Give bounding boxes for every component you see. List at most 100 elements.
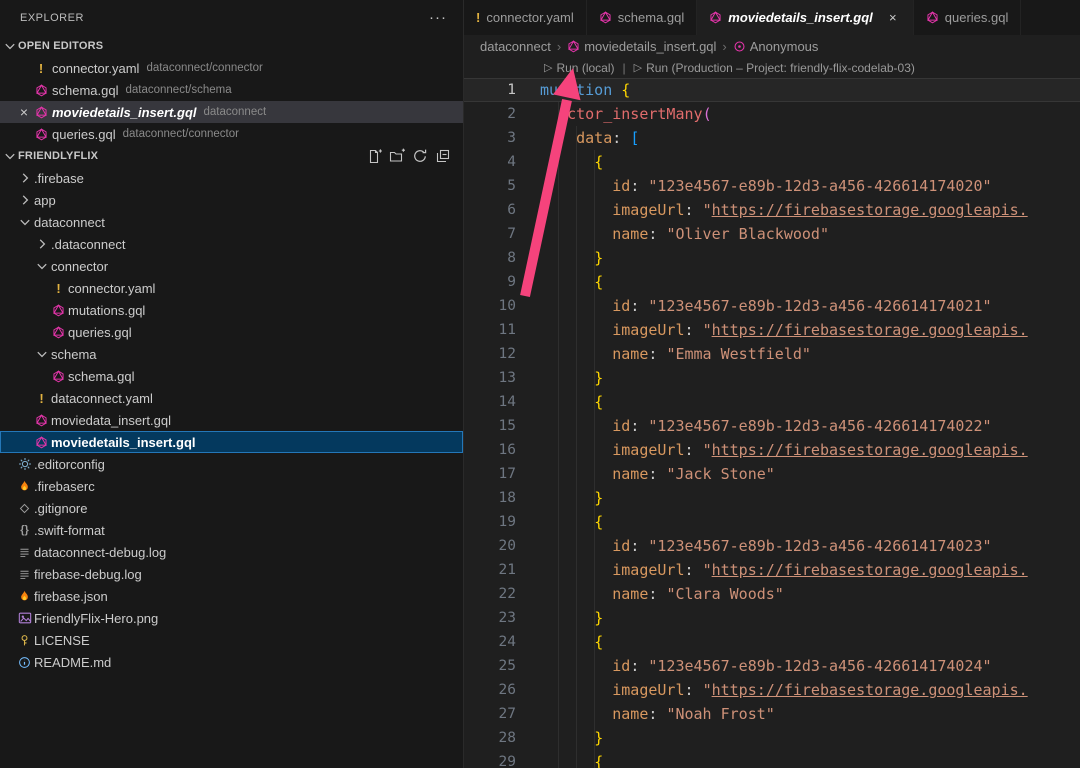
code-line[interactable]: 23 } <box>464 606 1080 630</box>
code-text: } <box>516 609 603 627</box>
line-number: 15 <box>464 418 516 434</box>
code-line[interactable]: 15 id: "123e4567-e89b-12d3-a456-42661417… <box>464 414 1080 438</box>
more-actions-button[interactable]: ··· <box>429 13 447 23</box>
editor-tab[interactable]: queries.gql <box>914 0 1022 35</box>
line-number: 21 <box>464 562 516 578</box>
code-line[interactable]: 10 id: "123e4567-e89b-12d3-a456-42661417… <box>464 294 1080 318</box>
line-number: 16 <box>464 442 516 458</box>
breadcrumb-item[interactable]: moviedetails_insert.gql <box>567 39 716 54</box>
code-line[interactable]: 19 { <box>464 510 1080 534</box>
close-icon[interactable]: × <box>16 104 32 120</box>
tab-close-button[interactable]: × <box>885 10 901 25</box>
tree-item[interactable]: connector <box>0 255 463 277</box>
tree-item[interactable]: ! dataconnect.yaml <box>0 387 463 409</box>
diamond-icon <box>16 502 33 515</box>
chevron-down-icon <box>2 148 18 164</box>
line-number: 25 <box>464 658 516 674</box>
tree-item[interactable]: .editorconfig <box>0 453 463 475</box>
tree-item-label: .gitignore <box>34 501 87 516</box>
run-production-link[interactable]: ▷ Run (Production – Project: friendly-fl… <box>634 61 915 75</box>
code-line[interactable]: 21 imageUrl: "https://firebasestorage.go… <box>464 558 1080 582</box>
code-line[interactable]: 1mutation { <box>464 78 1080 102</box>
code-line[interactable]: 9 { <box>464 270 1080 294</box>
tree-item[interactable]: FriendlyFlix-Hero.png <box>0 607 463 629</box>
tree-item[interactable]: queries.gql <box>0 321 463 343</box>
code-line[interactable]: 11 imageUrl: "https://firebasestorage.go… <box>464 318 1080 342</box>
tree-item[interactable]: .firebase <box>0 167 463 189</box>
open-editor-item[interactable]: ! connector.yaml dataconnect/connector <box>0 57 463 79</box>
tree-item[interactable]: LICENSE <box>0 629 463 651</box>
code-area[interactable]: 1mutation {2 actor_insertMany(3 data: [4… <box>464 78 1080 768</box>
tree-item[interactable]: dataconnect <box>0 211 463 233</box>
breadcrumb-item[interactable]: dataconnect <box>480 39 551 54</box>
tree-item[interactable]: firebase-debug.log <box>0 563 463 585</box>
code-line[interactable]: 4 { <box>464 150 1080 174</box>
workspace-header[interactable]: FRIENDLYFLIX <box>0 145 463 167</box>
code-line[interactable]: 7 name: "Oliver Blackwood" <box>464 222 1080 246</box>
line-number: 4 <box>464 154 516 170</box>
new-folder-button[interactable] <box>387 146 407 166</box>
code-text: { <box>516 153 603 171</box>
code-line[interactable]: 13 } <box>464 366 1080 390</box>
chevron-down-icon <box>16 214 33 230</box>
tree-item[interactable]: mutations.gql <box>0 299 463 321</box>
new-file-button[interactable] <box>364 146 384 166</box>
code-text: { <box>516 393 603 411</box>
code-line[interactable]: 2 actor_insertMany( <box>464 102 1080 126</box>
tree-item[interactable]: .gitignore <box>0 497 463 519</box>
chevron-down-icon <box>33 346 50 362</box>
file-path: dataconnect/connector <box>146 62 262 74</box>
code-line[interactable]: 8 } <box>464 246 1080 270</box>
breadcrumb-item[interactable]: Anonymous <box>733 39 819 54</box>
code-line[interactable]: 3 data: [ <box>464 126 1080 150</box>
file-path: dataconnect <box>204 106 267 118</box>
editor-tab[interactable]: ! connector.yaml <box>464 0 587 35</box>
code-line[interactable]: 26 imageUrl: "https://firebasestorage.go… <box>464 678 1080 702</box>
code-line[interactable]: 28 } <box>464 726 1080 750</box>
tree-item[interactable]: README.md <box>0 651 463 673</box>
open-editors-header[interactable]: OPEN EDITORS <box>0 35 463 57</box>
code-line[interactable]: 5 id: "123e4567-e89b-12d3-a456-426614174… <box>464 174 1080 198</box>
tree-item[interactable]: app <box>0 189 463 211</box>
code-text: name: "Clara Woods" <box>516 585 784 603</box>
sidebar-title-row: EXPLORER ··· <box>0 0 463 35</box>
tree-item[interactable]: dataconnect-debug.log <box>0 541 463 563</box>
tree-item[interactable]: ! connector.yaml <box>0 277 463 299</box>
tree-item[interactable]: moviedata_insert.gql <box>0 409 463 431</box>
refresh-button[interactable] <box>410 146 430 166</box>
code-line[interactable]: 20 id: "123e4567-e89b-12d3-a456-42661417… <box>464 534 1080 558</box>
code-line[interactable]: 18 } <box>464 486 1080 510</box>
image-icon <box>16 611 33 625</box>
code-line[interactable]: 6 imageUrl: "https://firebasestorage.goo… <box>464 198 1080 222</box>
code-text: id: "123e4567-e89b-12d3-a456-42661417402… <box>516 417 992 435</box>
tree-item[interactable]: {} .swift-format <box>0 519 463 541</box>
tree-item[interactable]: schema <box>0 343 463 365</box>
code-line[interactable]: 29 { <box>464 750 1080 768</box>
open-editor-item[interactable]: schema.gql dataconnect/schema <box>0 79 463 101</box>
code-line[interactable]: 16 imageUrl: "https://firebasestorage.go… <box>464 438 1080 462</box>
open-editor-item[interactable]: × moviedetails_insert.gql dataconnect <box>0 101 463 123</box>
code-text: { <box>516 273 603 291</box>
tree-item[interactable]: firebase.json <box>0 585 463 607</box>
codelens-separator: | <box>623 61 626 75</box>
code-line[interactable]: 17 name: "Jack Stone" <box>464 462 1080 486</box>
line-number: 2 <box>464 106 516 122</box>
run-local-link[interactable]: ▷ Run (local) <box>544 61 615 75</box>
code-line[interactable]: 27 name: "Noah Frost" <box>464 702 1080 726</box>
tree-item[interactable]: .dataconnect <box>0 233 463 255</box>
tree-item[interactable]: schema.gql <box>0 365 463 387</box>
editor-tab[interactable]: moviedetails_insert.gql × <box>697 0 914 35</box>
tree-item[interactable]: .firebaserc <box>0 475 463 497</box>
code-line[interactable]: 12 name: "Emma Westfield" <box>464 342 1080 366</box>
code-line[interactable]: 14 { <box>464 390 1080 414</box>
code-line[interactable]: 25 id: "123e4567-e89b-12d3-a456-42661417… <box>464 654 1080 678</box>
tree-item-label: .dataconnect <box>51 237 125 252</box>
line-number: 20 <box>464 538 516 554</box>
collapse-all-button[interactable] <box>433 146 453 166</box>
tree-item[interactable]: moviedetails_insert.gql <box>0 431 463 453</box>
open-editor-item[interactable]: queries.gql dataconnect/connector <box>0 123 463 145</box>
editor-tab[interactable]: schema.gql <box>587 0 697 35</box>
code-line[interactable]: 22 name: "Clara Woods" <box>464 582 1080 606</box>
gql-icon <box>50 304 67 317</box>
code-line[interactable]: 24 { <box>464 630 1080 654</box>
